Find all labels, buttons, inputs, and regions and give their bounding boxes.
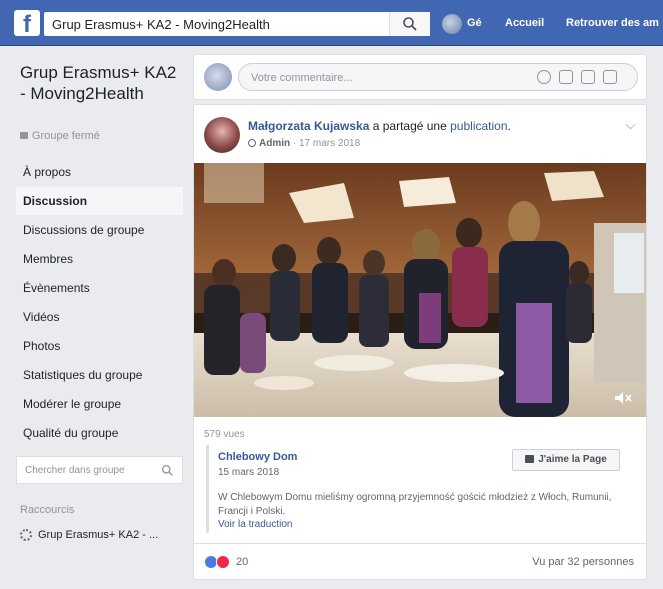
post-header: Małgorzata Kujawska a partagé une public…	[248, 119, 511, 133]
mute-icon[interactable]	[614, 391, 632, 405]
sidebar-item-moderate[interactable]: Modérer le groupe	[16, 390, 183, 418]
reactions-bar: 20 Vu par 32 personnes	[194, 543, 646, 580]
video-player[interactable]	[194, 163, 646, 417]
sidebar-item-videos[interactable]: Vidéos	[16, 303, 183, 331]
author-name[interactable]: Małgorzata Kujawska	[248, 119, 369, 133]
reaction-count[interactable]: 20	[236, 556, 248, 568]
group-sidebar: Grup Erasmus+ KA2 - Moving2Health Groupe…	[0, 46, 192, 578]
like-page-button[interactable]: J'aime la Page	[512, 449, 620, 471]
home-link[interactable]: Accueil	[505, 17, 544, 29]
seen-by[interactable]: Vu par 32 personnes	[532, 556, 634, 568]
group-search-placeholder: Chercher dans groupe	[25, 465, 125, 476]
facebook-logo[interactable]: f	[14, 10, 40, 38]
post-date[interactable]: 17 mars 2018	[299, 138, 360, 149]
privacy-label: Groupe fermé	[32, 130, 100, 142]
search-input[interactable]: Grup Erasmus+ KA2 - Moving2Health	[44, 12, 430, 36]
sidebar-item-about[interactable]: À propos	[16, 158, 183, 186]
group-privacy: Groupe fermé	[20, 130, 100, 142]
view-count: 579 vues	[204, 429, 245, 440]
sidebar-item-events[interactable]: Évènements	[16, 274, 183, 302]
find-friends-link[interactable]: Retrouver des am	[566, 17, 659, 29]
role-badge: Admin	[259, 138, 291, 149]
search-icon	[161, 464, 173, 476]
comment-input[interactable]: Votre commentaire...	[238, 63, 638, 91]
shared-post: Chlebowy Dom 15 mars 2018 J'aime la Page…	[206, 445, 636, 533]
logo-letter: f	[23, 11, 31, 38]
chevron-down-icon[interactable]	[625, 119, 636, 130]
group-title[interactable]: Grup Erasmus+ KA2 - Moving2Health	[20, 62, 180, 104]
camera-icon[interactable]	[559, 70, 573, 84]
sidebar-item-statistics[interactable]: Statistiques du groupe	[16, 361, 183, 389]
shortcuts-heading: Raccourcis	[20, 504, 75, 516]
period: .	[507, 119, 511, 133]
sidebar-item-quality[interactable]: Qualité du groupe	[16, 419, 183, 447]
post-meta: Admin · 17 mars 2018	[248, 138, 360, 149]
profile-link[interactable]: Gé	[467, 17, 482, 29]
search-value: Grup Erasmus+ KA2 - Moving2Health	[52, 17, 270, 32]
post-action: a partagé une	[372, 119, 447, 133]
shared-date[interactable]: 15 mars 2018	[218, 467, 279, 478]
sidebar-item-group-discussions[interactable]: Discussions de groupe	[16, 216, 183, 244]
group-icon	[20, 529, 32, 542]
comment-placeholder: Votre commentaire...	[251, 72, 353, 84]
avatar	[204, 63, 232, 91]
group-search-input[interactable]: Chercher dans groupe	[16, 456, 183, 484]
lock-icon	[20, 132, 28, 139]
admin-icon	[248, 139, 256, 147]
sidebar-item-discussion[interactable]: Discussion	[16, 187, 183, 215]
sticker-icon[interactable]	[603, 70, 617, 84]
love-reaction-icon[interactable]	[216, 555, 230, 569]
publication-link[interactable]: publication	[450, 119, 507, 133]
sidebar-item-photos[interactable]: Photos	[16, 332, 183, 360]
post-card: Małgorzata Kujawska a partagé une public…	[193, 104, 647, 580]
shortcut-label: Grup Erasmus+ KA2 - ...	[38, 529, 159, 541]
search-button[interactable]	[389, 12, 430, 36]
comment-composer: Votre commentaire...	[193, 54, 647, 100]
user-avatar[interactable]	[442, 14, 462, 34]
emoji-icon[interactable]	[537, 70, 551, 84]
post-text: W Chlebowym Domu mieliśmy ogromną przyje…	[218, 492, 612, 517]
see-translation-link[interactable]: Voir la traduction	[218, 519, 293, 530]
shared-page-name[interactable]: Chlebowy Dom	[218, 451, 297, 463]
like-page-label: J'aime la Page	[538, 454, 607, 465]
sidebar-item-members[interactable]: Membres	[16, 245, 183, 273]
video-frame	[194, 163, 646, 417]
thumbs-up-icon	[525, 455, 535, 463]
top-navigation-bar: f Grup Erasmus+ KA2 - Moving2Health Gé A…	[0, 0, 663, 46]
author-avatar[interactable]	[204, 117, 240, 153]
gif-icon[interactable]	[581, 70, 595, 84]
search-icon	[403, 17, 417, 31]
shortcut-item[interactable]: Grup Erasmus+ KA2 - ...	[20, 529, 159, 542]
